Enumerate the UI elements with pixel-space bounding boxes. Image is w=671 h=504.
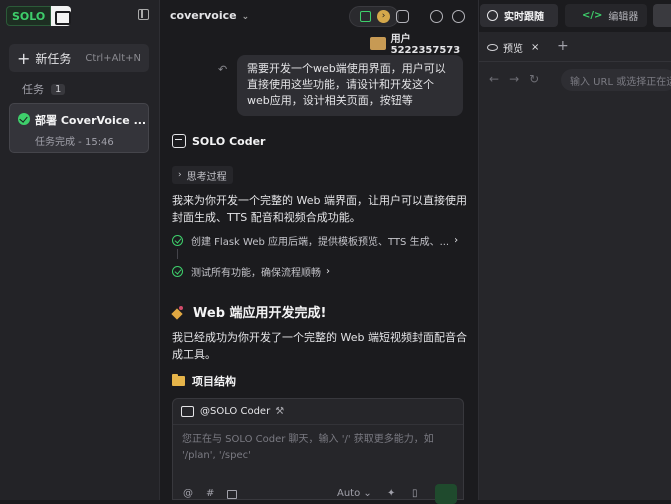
mention-label: @SOLO Coder bbox=[200, 406, 271, 417]
send-button[interactable] bbox=[435, 484, 457, 504]
folder-icon bbox=[172, 374, 185, 386]
thinking-toggle[interactable]: › 思考过程 bbox=[172, 166, 233, 184]
task-title: 部署 CoverVoice ... bbox=[35, 114, 147, 127]
mode-selector[interactable]: Auto ⌄ bbox=[337, 488, 372, 499]
thinking-label: 思考过程 bbox=[186, 171, 227, 183]
check-circle-icon bbox=[172, 235, 183, 246]
new-task-shortcut: Ctrl+Alt+N bbox=[85, 52, 141, 64]
code-icon: </> bbox=[582, 10, 603, 21]
composer-mention-bar: @SOLO Coder ⚒ bbox=[173, 399, 463, 425]
task-item[interactable]: 部署 CoverVoice ... 任务完成 - 15:46 bbox=[9, 103, 149, 153]
tab-more[interactable] bbox=[653, 4, 671, 27]
solo-logo[interactable]: SOLO bbox=[6, 5, 72, 27]
branch-button[interactable]: › bbox=[349, 6, 399, 27]
step-connector bbox=[177, 249, 178, 259]
preview-tab-label: 预览 bbox=[503, 44, 523, 55]
agent-name: SOLO Coder bbox=[192, 134, 266, 148]
url-input[interactable]: 输入 URL 或选择正在运行 bbox=[561, 69, 671, 91]
tab-editor-label: 编辑器 bbox=[608, 12, 639, 23]
mention-button[interactable]: @ bbox=[183, 488, 193, 499]
done-heading: Web 端应用开发完成! bbox=[172, 302, 326, 321]
chevron-down-icon: ⌄ bbox=[241, 12, 250, 22]
preview-panel: 预览 × + ←→↻ 输入 URL 或选择正在运行 bbox=[478, 32, 671, 500]
chat-icon[interactable] bbox=[396, 10, 409, 23]
reload-icon[interactable]: ↻ bbox=[529, 72, 549, 86]
user-message: 需要开发一个web端使用界面，用户可以直接使用这些功能，请设计和开发这个web应… bbox=[237, 55, 463, 116]
tasks-label: 任务 bbox=[22, 83, 44, 96]
chevron-right-icon: › bbox=[326, 266, 330, 277]
done-heading-text: Web 端应用开发完成! bbox=[193, 306, 327, 321]
check-circle-icon bbox=[18, 113, 30, 125]
add-tab-button[interactable]: + bbox=[557, 38, 569, 54]
tab-live-follow[interactable]: 实时跟随 bbox=[480, 4, 558, 27]
structure-heading-text: 项目结构 bbox=[192, 375, 236, 388]
agent-intro: 我来为你开发一个完整的 Web 端界面，让用户可以直接使用封面生成、TTS 配音… bbox=[172, 194, 467, 224]
composer: @SOLO Coder ⚒ 您正在与 SOLO Coder 聊天，输入 '/' … bbox=[172, 398, 464, 504]
tab-live-label: 实时跟随 bbox=[504, 12, 544, 23]
account-icon[interactable] bbox=[452, 10, 465, 23]
image-icon[interactable] bbox=[227, 490, 237, 499]
tab-preview[interactable]: 预览 × bbox=[487, 40, 539, 55]
agent-header: SOLO Coder bbox=[172, 134, 265, 148]
gear-icon[interactable] bbox=[430, 10, 443, 23]
forward-icon[interactable]: → bbox=[509, 72, 529, 86]
tasks-count-badge: 1 bbox=[51, 83, 66, 95]
user-badge: 用户5222357573 bbox=[370, 30, 478, 56]
logo-icon bbox=[51, 6, 72, 26]
structure-heading: 项目结构 bbox=[172, 373, 236, 389]
tools-icon[interactable]: ⚒ bbox=[275, 406, 284, 417]
chevron-right-icon: › bbox=[454, 235, 459, 246]
plus-icon: + bbox=[17, 48, 31, 68]
new-task-label: 新任务 bbox=[35, 51, 72, 66]
preview-tabs: 预览 × + bbox=[479, 32, 671, 62]
message-input[interactable]: 您正在与 SOLO Coder 聊天，输入 '/' 获取更多能力，如 '/pla… bbox=[182, 432, 452, 464]
eye-icon bbox=[487, 44, 498, 51]
task-status: 任务完成 - 15:46 bbox=[35, 137, 114, 148]
robot-icon bbox=[172, 134, 186, 148]
context-button[interactable]: # bbox=[206, 488, 214, 499]
step-item[interactable]: 创建 Flask Web 应用后端，提供模板预览、TTS 生成、... › bbox=[172, 233, 458, 248]
avatar bbox=[370, 36, 386, 50]
sidebar: SOLO + 新任务 Ctrl+Alt+N 任务 1 部署 CoverVoice… bbox=[0, 0, 160, 500]
logo-text: SOLO bbox=[6, 6, 52, 26]
sparkle-icon[interactable]: ✦ bbox=[387, 488, 395, 499]
done-text: 我已经成功为你开发了一个完整的 Web 端短视频封面配音合成工具。 bbox=[172, 331, 467, 361]
step-item[interactable]: 测试所有功能，确保流程顺畅 › bbox=[172, 264, 330, 279]
party-popper-icon bbox=[172, 305, 186, 319]
robot-icon bbox=[181, 406, 194, 417]
user-name: 用户5222357573 bbox=[390, 34, 461, 56]
target-icon bbox=[487, 10, 498, 21]
chevron-right-icon: › bbox=[178, 170, 182, 180]
microphone-icon[interactable]: ▯ bbox=[412, 488, 418, 499]
mode-label: Auto bbox=[337, 488, 361, 499]
chat-panel: covervoice ⌄ › 用户5222357573 ↶ 需要开发一个web端使… bbox=[160, 0, 478, 504]
tasks-header: 任务 1 bbox=[22, 81, 66, 97]
close-icon[interactable]: × bbox=[531, 42, 539, 53]
nav-controls: ←→↻ bbox=[489, 72, 549, 86]
check-circle-icon bbox=[172, 266, 183, 277]
project-name: covervoice bbox=[170, 9, 237, 22]
step-label: 测试所有功能，确保流程顺畅 bbox=[191, 268, 321, 279]
project-selector[interactable]: covervoice ⌄ bbox=[170, 9, 249, 22]
new-task-button[interactable]: + 新任务 Ctrl+Alt+N bbox=[9, 44, 149, 72]
chevron-right-icon: › bbox=[377, 10, 390, 23]
undo-icon[interactable]: ↶ bbox=[218, 63, 227, 76]
collapse-sidebar-icon[interactable] bbox=[138, 9, 149, 20]
tab-editor[interactable]: </> 编辑器 bbox=[565, 4, 647, 27]
step-label: 创建 Flask Web 应用后端，提供模板预览、TTS 生成、... bbox=[191, 237, 450, 248]
back-icon[interactable]: ← bbox=[489, 72, 509, 86]
branch-icon bbox=[360, 11, 371, 22]
